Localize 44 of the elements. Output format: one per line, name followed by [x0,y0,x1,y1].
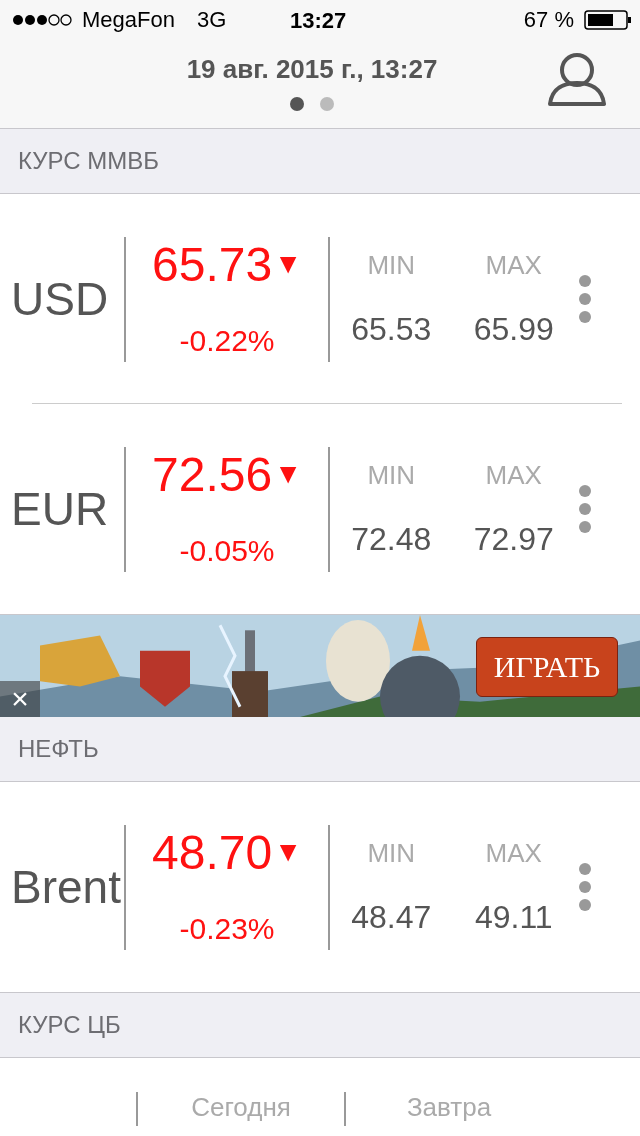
close-button[interactable]: × [0,681,40,717]
trend-arrow: ▼ [274,836,302,868]
currency-name: USD [10,272,110,326]
carrier-name: MegaFon [82,7,175,33]
play-button[interactable]: ИГРАТЬ [476,637,618,697]
network-type: 3G [196,7,227,33]
min-label: MIN [367,460,416,491]
max-value: 49.11 [474,899,553,936]
min-label: MIN [367,838,416,869]
trend-arrow: ▼ [274,458,302,490]
user-icon[interactable] [548,52,606,106]
column-header: Завтра [406,1092,492,1124]
section-title: КУРС ЦБ [0,993,640,1058]
battery-percent: 67 % [523,7,574,33]
currency-name: Brent [10,860,122,914]
trend-arrow: ▼ [274,248,302,280]
max-value: 72.97 [473,521,554,558]
column-header: Сегодня [191,1092,291,1124]
section-title: НЕФТЬ [0,717,640,782]
section-title: КУРС ММВБ [0,129,640,194]
date-title: 19 авг. 2015 г., 13:27 [186,54,438,85]
change-percent: -0.23% [179,911,275,946]
max-label: MAX [485,838,542,869]
min-value: 72.48 [351,521,432,558]
min-value: 65.53 [351,311,432,348]
battery-icon [584,10,632,30]
page-dot[interactable] [290,97,304,111]
change-percent: -0.05% [179,533,275,568]
more-icon[interactable] [579,863,591,911]
max-label: MAX [485,250,542,281]
max-label: MAX [485,460,542,491]
price-value: 65.73 [152,236,273,292]
page-dot[interactable] [320,97,334,111]
change-percent: -0.22% [179,323,275,358]
clock-time: 13:27 [290,8,347,34]
max-value: 65.99 [473,311,554,348]
signal-icon [12,13,74,27]
more-icon[interactable] [579,275,591,323]
more-icon[interactable] [579,485,591,533]
currency-name: EUR [10,482,110,536]
price-value: 48.70 [152,824,273,880]
min-value: 48.47 [351,899,432,936]
min-label: MIN [367,250,416,281]
price-value: 72.56 [152,446,273,502]
